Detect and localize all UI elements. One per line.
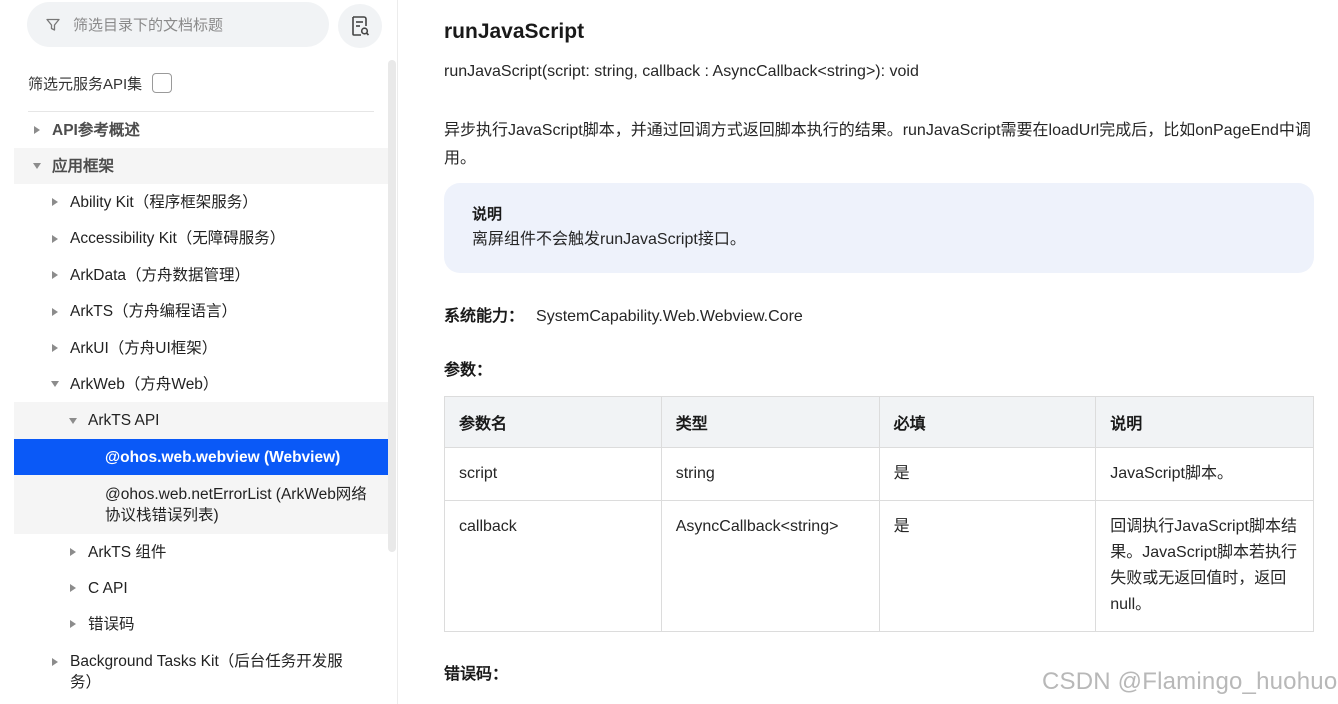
- note-box: 说明 离屏组件不会触发runJavaScript接口。: [444, 183, 1314, 273]
- table-header-cell: 必填: [878, 396, 1097, 448]
- expand-arrow-icon: [50, 270, 60, 280]
- api-description: 异步执行JavaScript脚本，并通过回调方式返回脚本执行的结果。runJav…: [444, 122, 1311, 167]
- nav-item-api-overview[interactable]: API参考概述: [14, 112, 388, 148]
- table-cell: 是: [878, 500, 1097, 632]
- params-table: 参数名 类型 必填 说明 script string 是 JavaScript脚…: [444, 396, 1314, 632]
- filter-icon: [46, 18, 60, 31]
- nav-item-app-framework[interactable]: 应用框架: [14, 148, 388, 184]
- nav-item-c-api[interactable]: C API: [14, 570, 388, 606]
- collapse-arrow-icon: [68, 416, 78, 426]
- nav-item-ability-kit[interactable]: Ability Kit（程序框架服务）: [14, 184, 388, 220]
- expand-arrow-icon: [50, 657, 60, 667]
- nav-item-accessibility-kit[interactable]: Accessibility Kit（无障碍服务）: [14, 220, 388, 257]
- table-cell: string: [660, 447, 880, 501]
- nav-item-arkts-components[interactable]: ArkTS 组件: [14, 534, 388, 570]
- nav-item-arkts[interactable]: ArkTS（方舟编程语言）: [14, 293, 388, 330]
- service-filter: 筛选元服务API集: [28, 70, 173, 96]
- filter-row: 筛选目录下的文档标题: [27, 2, 383, 48]
- doc-search-button[interactable]: [338, 4, 382, 48]
- table-cell: callback: [444, 500, 662, 632]
- table-cell: 是: [878, 447, 1097, 501]
- expand-arrow-icon: [68, 583, 78, 593]
- filter-placeholder: 筛选目录下的文档标题: [73, 17, 224, 34]
- table-cell: JavaScript脚本。: [1095, 447, 1314, 501]
- api-title: runJavaScript: [444, 20, 585, 43]
- sidebar: 筛选目录下的文档标题 筛选元服务API集 API参考概述 应用框架 Abilit…: [0, 0, 398, 704]
- table-row: script string 是 JavaScript脚本。: [444, 447, 1314, 501]
- expand-arrow-icon: [50, 197, 60, 207]
- note-title: 说明: [472, 206, 503, 223]
- nav-item-arkdata[interactable]: ArkData（方舟数据管理）: [14, 257, 388, 293]
- watermark: CSDN @Flamingo_huohuo: [1042, 668, 1338, 695]
- document-search-icon: [352, 16, 370, 36]
- expand-arrow-icon: [68, 619, 78, 629]
- nav-item-arkweb[interactable]: ArkWeb（方舟Web）: [14, 366, 388, 402]
- expand-arrow-icon: [50, 234, 60, 244]
- nav-item-background-tasks-kit[interactable]: Background Tasks Kit（后台任务开发服务）: [14, 642, 388, 702]
- table-cell: 回调执行JavaScript脚本结果。JavaScript脚本若执行失败或无返回…: [1095, 500, 1314, 632]
- filter-input[interactable]: 筛选目录下的文档标题: [27, 2, 329, 47]
- expand-arrow-icon: [32, 125, 42, 135]
- table-cell: script: [444, 447, 662, 501]
- expand-arrow-icon: [50, 307, 60, 317]
- service-filter-label: 筛选元服务API集: [28, 75, 143, 93]
- table-header-cell: 类型: [660, 396, 880, 448]
- nav-item-error-codes[interactable]: 错误码: [14, 606, 388, 642]
- note-body: 离屏组件不会触发runJavaScript接口。: [472, 231, 746, 248]
- syscap-value: SystemCapability.Web.Webview.Core: [536, 308, 803, 325]
- nav-item-arkui[interactable]: ArkUI（方舟UI框架）: [14, 330, 388, 366]
- sidebar-scrollbar[interactable]: [388, 60, 396, 552]
- errors-heading: 错误码：: [444, 666, 509, 683]
- table-cell: AsyncCallback<string>: [660, 500, 880, 632]
- table-header-cell: 说明: [1095, 396, 1314, 448]
- nav-item-arkts-api[interactable]: ArkTS API: [14, 402, 388, 439]
- nav-item-ohos-web-neterrorlist[interactable]: @ohos.web.netErrorList (ArkWeb网络协议栈错误列表): [14, 475, 388, 534]
- nav-item-ohos-web-webview[interactable]: @ohos.web.webview (Webview): [14, 439, 388, 475]
- collapse-arrow-icon: [32, 161, 42, 171]
- table-header-row: 参数名 类型 必填 说明: [444, 396, 1314, 448]
- api-signature: runJavaScript(script: string, callback :…: [444, 63, 919, 80]
- table-header-cell: 参数名: [444, 396, 662, 448]
- collapse-arrow-icon: [50, 379, 60, 389]
- params-heading: 参数：: [444, 362, 493, 379]
- service-filter-checkbox[interactable]: [152, 73, 173, 93]
- table-row: callback AsyncCallback<string> 是 回调执行Jav…: [444, 500, 1314, 632]
- expand-arrow-icon: [50, 343, 60, 353]
- system-capability: 系统能力： SystemCapability.Web.Webview.Core: [444, 302, 803, 326]
- expand-arrow-icon: [68, 547, 78, 557]
- syscap-label: 系统能力：: [444, 308, 525, 325]
